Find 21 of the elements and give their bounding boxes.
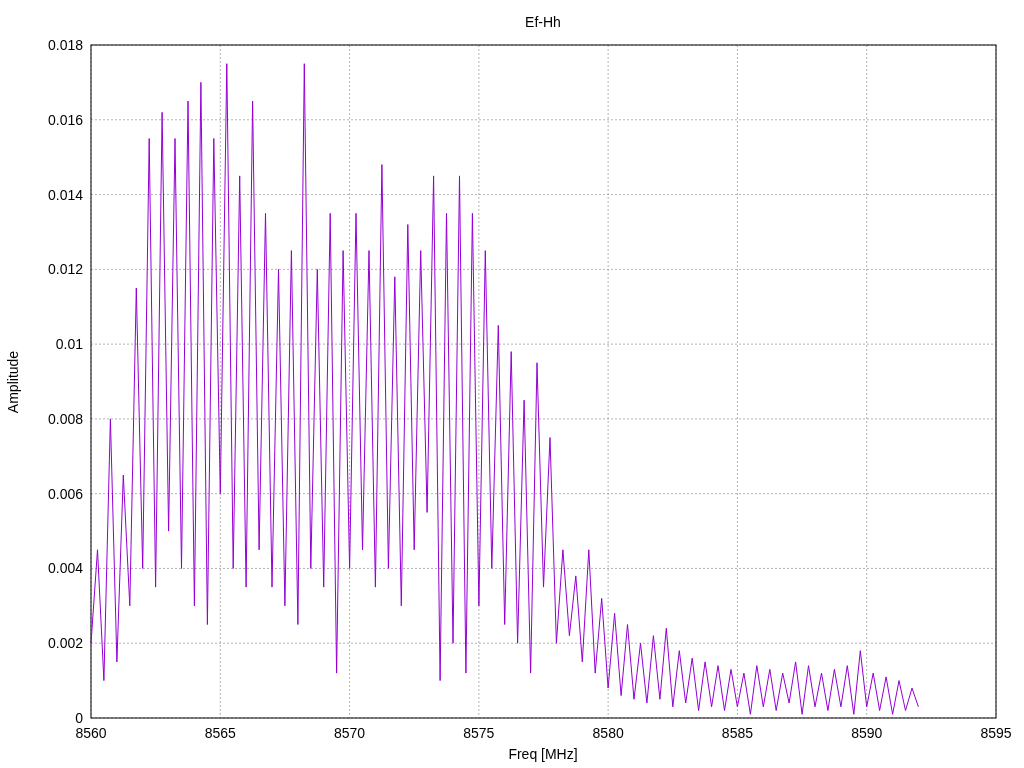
axis-label: Freq [MHz] <box>508 746 578 762</box>
tick-label: 0.008 <box>47 410 83 427</box>
tick-label: 8575 <box>463 725 495 741</box>
tick-label: 0 <box>75 710 83 726</box>
tick-label: 8570 <box>334 725 366 741</box>
tick-label: 0.01 <box>55 336 83 353</box>
tick-label: 8590 <box>851 725 883 741</box>
tick-label: 0.002 <box>47 635 83 652</box>
tick-label: 8585 <box>721 725 753 741</box>
tick-label: 0.018 <box>47 37 83 53</box>
tick-label: 0.004 <box>47 560 83 577</box>
tick-label: 0.014 <box>47 186 83 203</box>
tick-label: 8580 <box>592 725 624 741</box>
tick-label: 0.012 <box>47 261 83 278</box>
tick-label: 8565 <box>204 725 236 741</box>
tick-label: 0.016 <box>47 111 83 128</box>
tick-label: 8595 <box>980 725 1012 741</box>
axis-label: Amplitude <box>5 350 21 414</box>
tick-label: 0.006 <box>47 485 83 502</box>
chart-title: Ef-Hh <box>525 14 561 30</box>
tick-label: 8560 <box>75 725 107 741</box>
